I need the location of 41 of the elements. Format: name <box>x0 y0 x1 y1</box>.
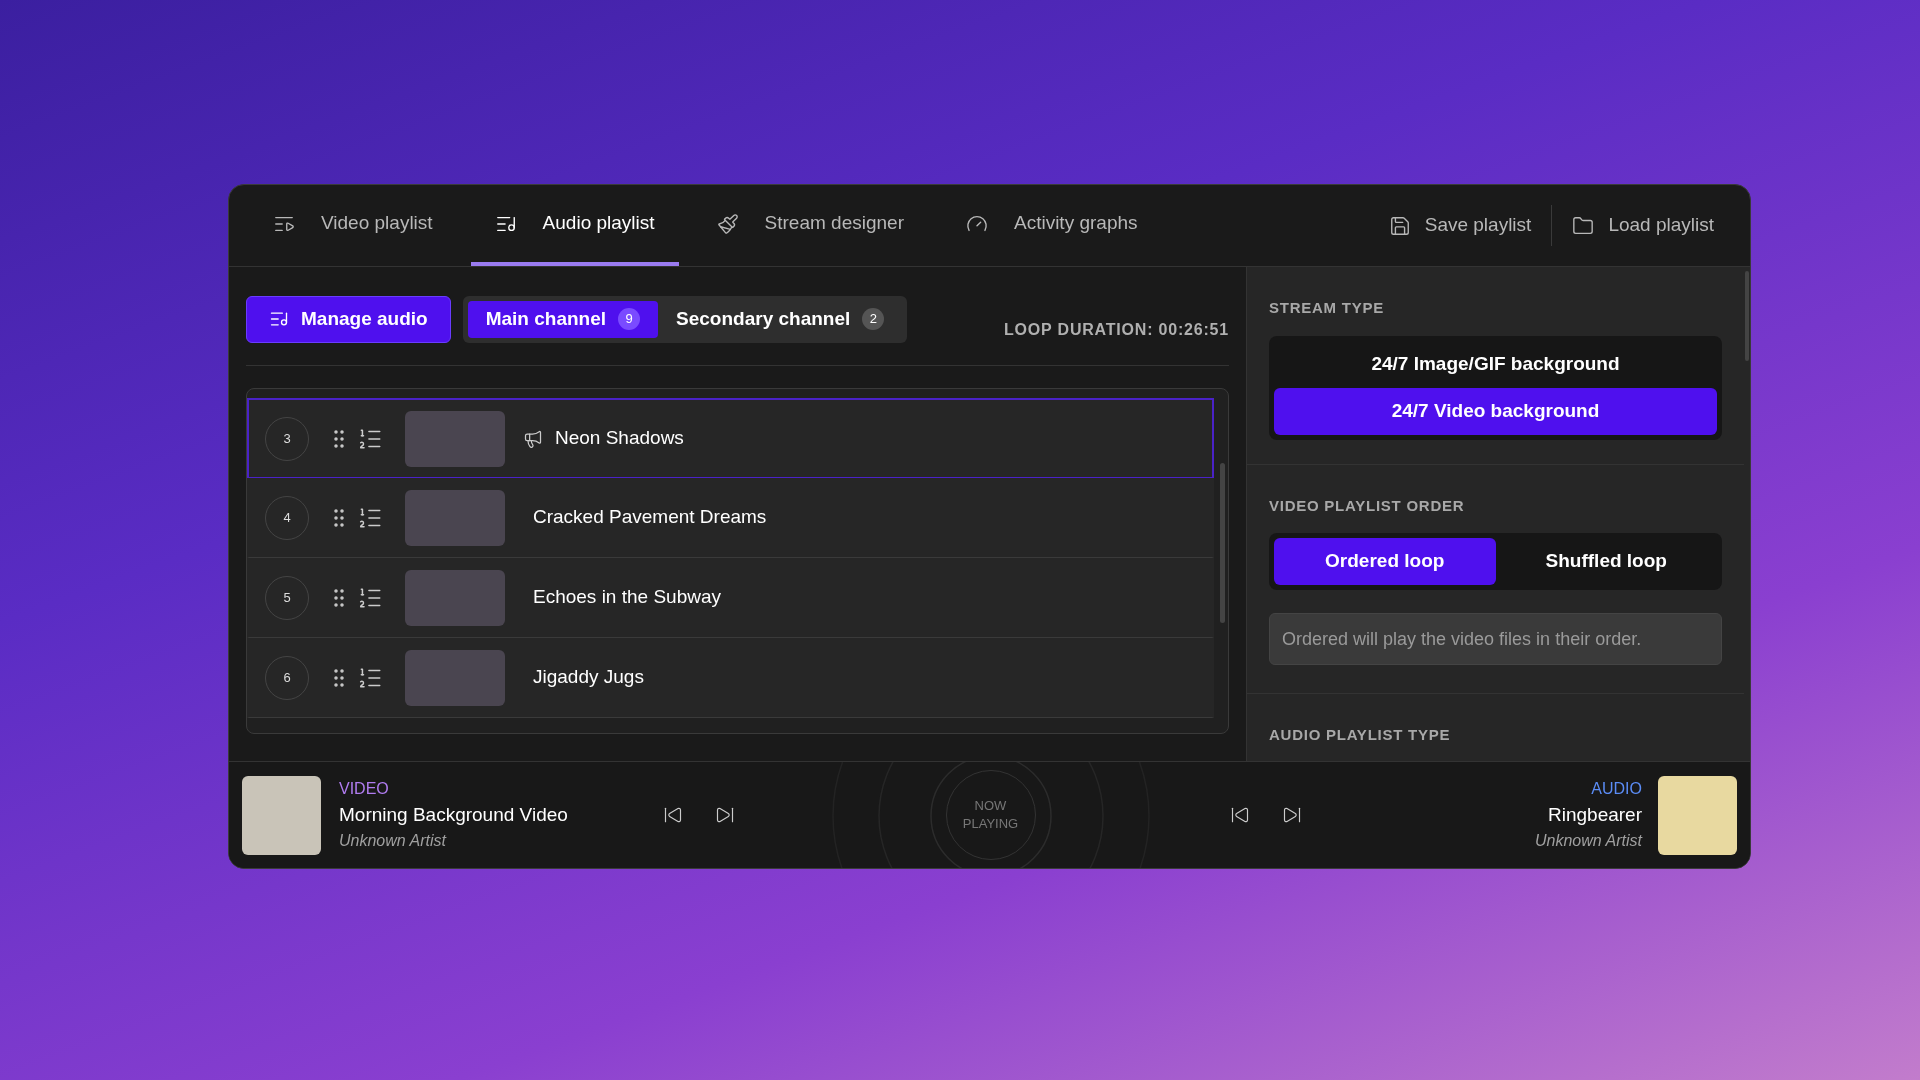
section-heading: AUDIO PLAYLIST TYPE <box>1269 725 1452 745</box>
track-row[interactable]: 5 Echoes in the Subway <box>247 558 1214 638</box>
section-heading: VIDEO PLAYLIST ORDER <box>1269 495 1466 516</box>
media-artist: Unknown Artist <box>1535 831 1642 852</box>
previous-icon[interactable] <box>1230 805 1250 825</box>
manage-audio-button[interactable]: Manage audio <box>246 295 451 343</box>
channel-tab[interactable]: Main channel 9 <box>467 300 659 338</box>
nav-tab[interactable]: Stream designer <box>692 185 928 266</box>
paintbrush-icon <box>716 212 739 235</box>
track-title: Cracked Pavement Dreams <box>533 505 767 530</box>
track-title: Jigaddy Jugs <box>533 665 644 690</box>
count-badge: 9 <box>618 308 641 330</box>
loop-duration: LOOP DURATION: 00:26:51 <box>1004 320 1229 340</box>
track-row[interactable]: 6 Jigaddy Jugs <box>247 638 1214 718</box>
next-icon[interactable] <box>715 805 735 825</box>
option-button[interactable]: 24/7 Video background <box>1274 387 1717 435</box>
nav-tab[interactable]: Activity graphs <box>941 185 1162 266</box>
toolbar-button[interactable]: Save playlist <box>1368 185 1552 266</box>
section-heading: STREAM TYPE <box>1269 298 1385 318</box>
save-icon <box>1388 214 1411 237</box>
media-artist: Unknown Artist <box>339 831 448 852</box>
folder-icon <box>1572 214 1595 237</box>
track-title: Neon Shadows <box>555 426 684 451</box>
option-button[interactable]: 24/7 Image/GIF background <box>1274 340 1717 388</box>
toolbar-button[interactable]: Load playlist <box>1552 185 1734 266</box>
track-title: Echoes in the Subway <box>533 585 721 610</box>
previous-icon[interactable] <box>663 805 683 825</box>
media-title: Ringbearer <box>1548 802 1642 827</box>
count-badge: 2 <box>862 308 885 330</box>
track-row[interactable]: 3 Neon Shadows <box>247 398 1214 478</box>
media-title: Morning Background Video <box>339 802 569 827</box>
order-description: Ordered will play the video files in their order. <box>1269 613 1722 665</box>
nav-tab[interactable]: Audio playlist <box>470 185 679 266</box>
option-button[interactable]: Shuffled loop <box>1495 538 1717 585</box>
media-type-label: VIDEO <box>339 778 390 799</box>
channel-tab[interactable]: Secondary channel 2 <box>658 300 903 338</box>
next-icon[interactable] <box>1282 805 1302 825</box>
option-button[interactable]: Ordered loop <box>1274 538 1496 585</box>
nav-tab[interactable]: Video playlist <box>249 185 457 266</box>
track-row[interactable]: 4 Cracked Pavement Dreams <box>247 478 1214 558</box>
media-type-label: AUDIO <box>1591 778 1642 799</box>
